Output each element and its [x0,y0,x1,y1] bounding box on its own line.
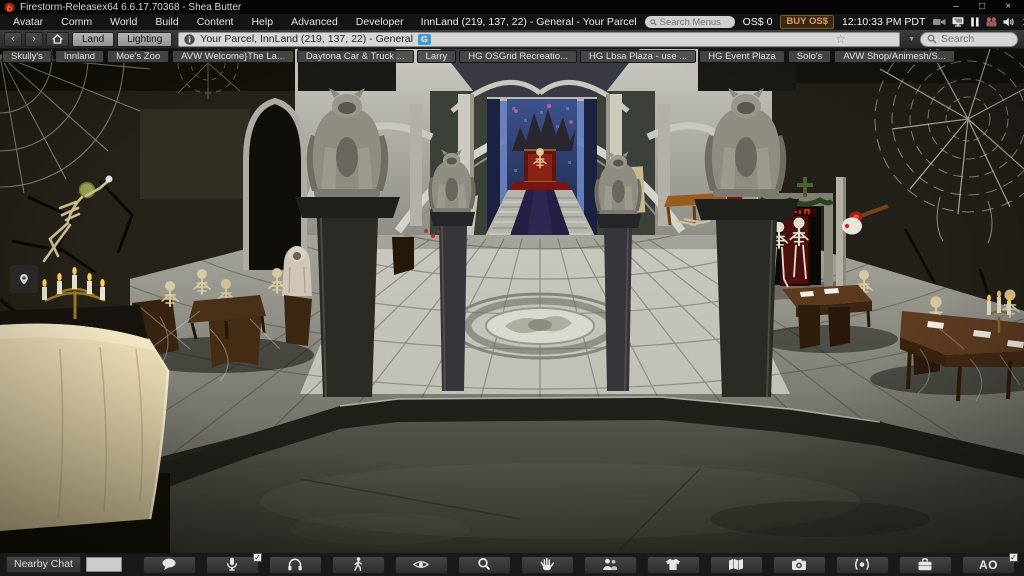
menu-bar: Avatar Comm World Build Content Help Adv… [0,14,1024,30]
menu-help[interactable]: Help [242,14,282,30]
back-button[interactable]: ‹ [4,32,22,47]
walk-icon [349,557,367,572]
map-button[interactable] [710,556,763,574]
world-search-input[interactable] [941,33,1011,45]
inventory-button[interactable] [899,556,952,574]
menu-build[interactable]: Build [146,14,187,30]
video-camera-icon [933,17,946,27]
favorite-tab[interactable]: AVW Welcome}The La... [172,50,294,63]
viewport-container: Skully's Innland Moe's Zoo AVW Welcome}T… [0,49,1024,553]
ao-label: AO [979,558,998,572]
headphones-icon [286,557,304,572]
pause-icon [970,17,980,27]
search-menus-field[interactable] [645,16,735,28]
menu-content[interactable]: Content [188,14,243,30]
home-icon [51,33,64,45]
buy-currency-button[interactable]: BUY OS$ [780,15,834,29]
people-button[interactable] [584,556,637,574]
map-icon [727,557,745,572]
favorites-bar: Skully's Innland Moe's Zoo AVW Welcome}T… [0,49,1024,63]
home-button[interactable] [46,32,69,47]
map-pin-button[interactable] [10,265,38,293]
search-icon [927,34,937,44]
briefcase-icon [916,557,934,572]
favorite-tab[interactable]: HG Event Plaza [699,50,785,63]
clock-label: 12:10:33 PM PDT [842,16,925,28]
window-title: Firestorm-Releasex64 6.6.17.70368 - Shea… [20,2,241,13]
favorite-tab[interactable]: AVW Shop/Animesh/S... [834,50,954,63]
camera-icon [790,557,808,572]
navigation-bar: ‹ › Land Lighting Your Parcel, InnLand (… [0,30,1024,49]
maturity-badge: G [418,34,431,45]
speaker-icon [1003,17,1014,27]
ao-checkbox[interactable]: ✓ [1009,553,1018,562]
orbit-globe-icon [853,557,871,572]
lighting-button[interactable]: Lighting [117,32,172,47]
info-icon[interactable] [184,34,195,45]
land-button[interactable]: Land [72,32,114,47]
world-search-field[interactable] [920,32,1018,47]
favorite-tab[interactable]: HG OSGrid Recreatio... [459,50,577,63]
world-viewport[interactable] [0,49,1024,553]
window-title-bar: Firestorm-Releasex64 6.6.17.70368 - Shea… [0,0,1024,14]
conversations-button[interactable] [143,556,196,574]
favorite-star-icon[interactable]: ☆ [835,33,894,45]
voice-settings-button[interactable] [269,556,322,574]
monitor-icon [952,17,964,27]
favorite-tab[interactable]: HG Lbsa Plaza - use ... [580,50,696,63]
favorite-tab[interactable]: Daytona Car & Truck ... [297,50,414,63]
search-icon [650,18,657,27]
close-button[interactable]: × [996,0,1020,14]
eye-icon [412,557,430,572]
favorites-dropdown-caret[interactable]: ▼ [906,36,917,43]
search-menus-input[interactable] [660,17,730,28]
favorite-tab[interactable]: Skully's [2,50,52,63]
people-icon [601,557,619,572]
map-pin-icon [17,272,31,287]
voice-checkbox[interactable]: ✓ [253,553,262,562]
shirt-icon [664,557,682,572]
maximize-button[interactable]: □ [970,0,994,14]
minimize-button[interactable]: – [944,0,968,14]
microphone-icon [223,557,241,572]
gesture-hand-icon [538,557,556,572]
currency-balance: OS$ 0 [743,16,773,28]
address-text: Your Parcel, InnLand (219, 137, 22) - Ge… [200,33,413,45]
movement-button[interactable] [332,556,385,574]
voice-mic-button[interactable]: ✓ [206,556,259,574]
magnifier-icon [475,557,493,572]
outfits-button[interactable] [647,556,700,574]
menu-developer[interactable]: Developer [347,14,413,30]
menu-advanced[interactable]: Advanced [282,14,347,30]
gestures-button[interactable] [521,556,574,574]
chat-input[interactable] [86,557,122,572]
menu-world[interactable]: World [101,14,146,30]
favorite-tab[interactable]: Solo's [788,50,832,63]
snapshot-button[interactable] [773,556,826,574]
forward-button[interactable]: › [25,32,43,47]
search-button[interactable] [458,556,511,574]
menu-comm[interactable]: Comm [52,14,101,30]
movie-camera-icon [986,17,997,27]
menu-avatar[interactable]: Avatar [4,14,52,30]
world-orbit-button[interactable] [836,556,889,574]
vignette-overlay [0,49,1024,553]
bottom-toolbar: Nearby Chat ✓ [0,553,1024,576]
menubar-location-label: InnLand (219, 137, 22) - General - Your … [413,16,645,28]
speech-bubble-icon [160,557,178,572]
location-address-bar[interactable]: Your Parcel, InnLand (219, 137, 22) - Ge… [178,32,900,47]
nearby-chat-button[interactable]: Nearby Chat [6,556,81,573]
favorite-tab[interactable]: Innland [55,50,104,63]
firestorm-logo-icon [4,2,15,13]
favorite-tab[interactable]: Moe's Zoo [107,50,169,63]
ao-button[interactable]: AO ✓ [962,556,1015,574]
camera-controls-button[interactable] [395,556,448,574]
favorite-tab[interactable]: Larry [417,50,457,63]
